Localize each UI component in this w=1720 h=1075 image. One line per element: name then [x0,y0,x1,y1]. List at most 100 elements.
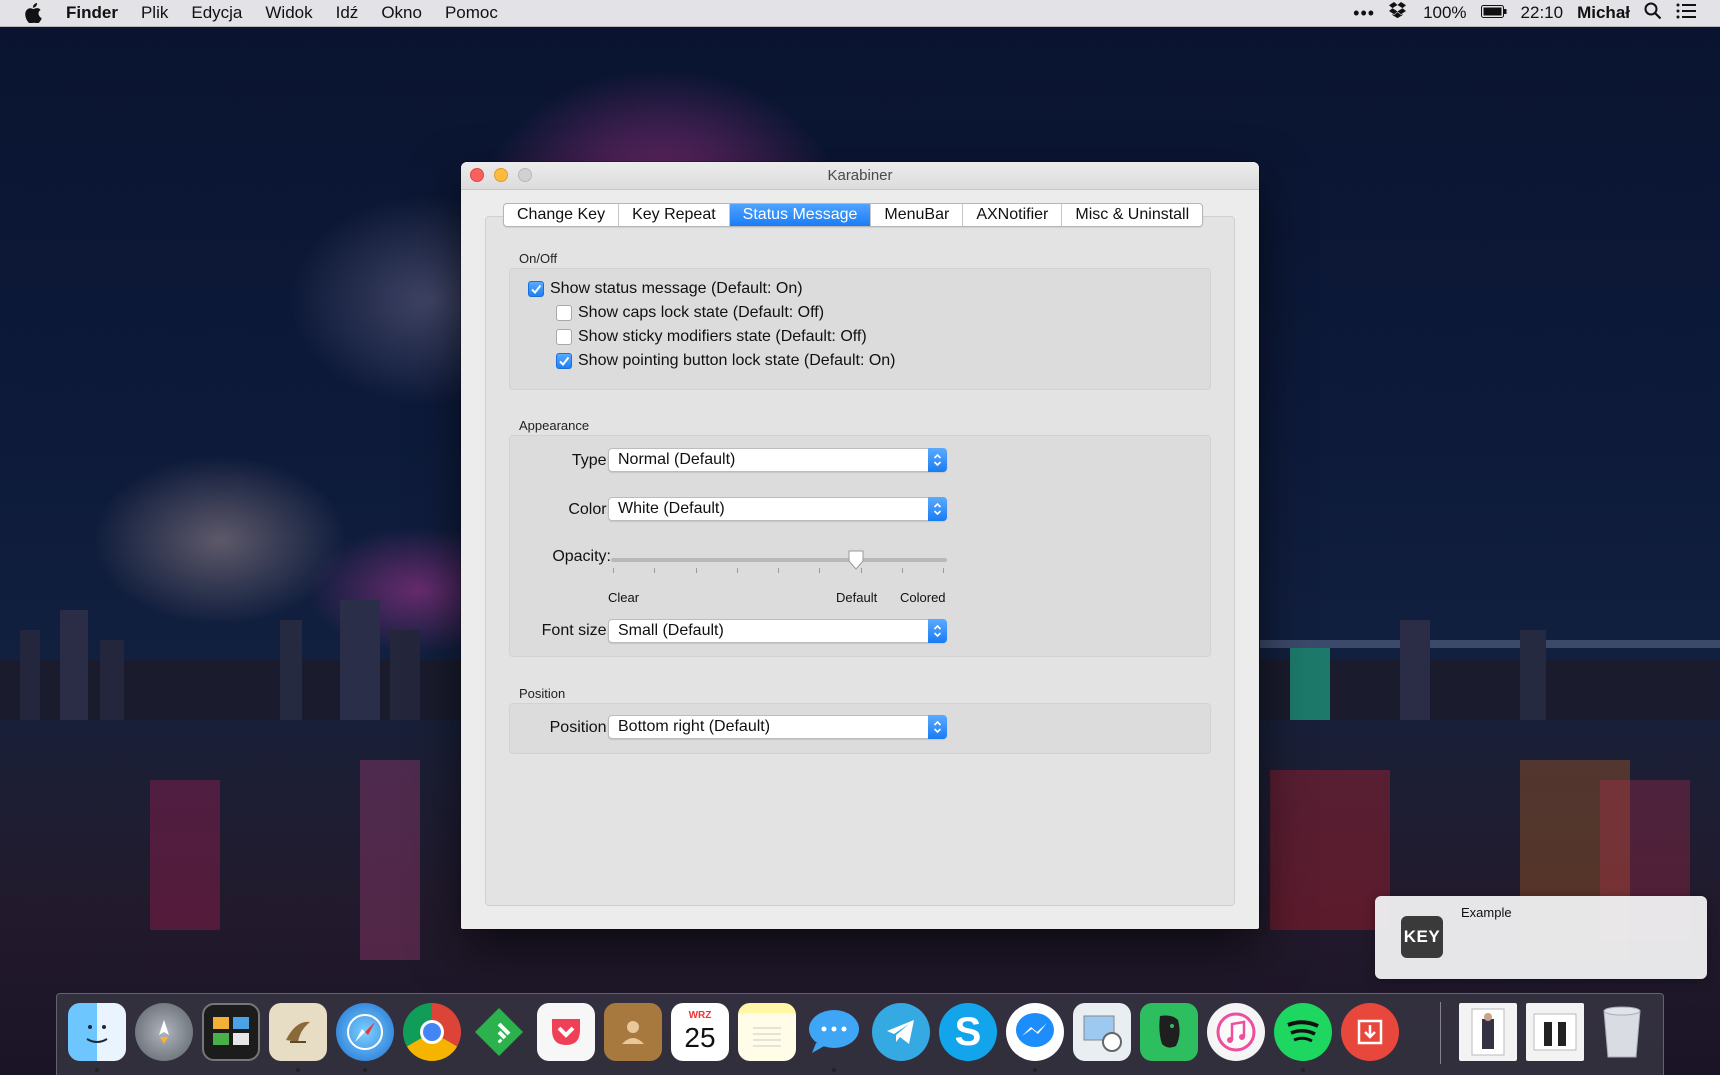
menu-idz[interactable]: Idź [336,3,359,23]
karabiner-key-icon: KEY [1401,916,1443,958]
opacity-slider-track[interactable] [611,558,947,562]
show-caps-lock-row[interactable]: Show caps lock state (Default: Off) [556,304,824,322]
calendar-icon[interactable]: WRZ 25 [671,1003,729,1061]
spotify-icon[interactable] [1274,1003,1332,1061]
slider-tick [943,568,944,573]
contacts-icon[interactable] [604,1003,662,1061]
opacity-clear-label: Clear [608,590,640,605]
itunes-icon[interactable] [1207,1003,1265,1061]
font-size-select-value: Small (Default) [618,622,724,639]
slider-tick [736,568,738,573]
battery-icon[interactable] [1480,3,1507,23]
minimize-button[interactable] [494,168,508,182]
menu-bar-extras: ••• 100% 22:10 Michał [1353,1,1720,25]
tab-change-key[interactable]: Change Key [504,204,620,226]
window-titlebar[interactable]: Karabiner [461,162,1259,190]
show-pointing-button-lock-checkbox[interactable] [556,353,572,369]
messenger-icon[interactable] [1006,1003,1064,1061]
slider-tick [901,568,903,573]
menu-edycja[interactable]: Edycja [191,3,242,23]
color-select[interactable]: White (Default) [608,497,947,521]
calendar-month: WRZ [688,1010,712,1021]
messages-icon[interactable] [805,1003,863,1061]
finder-icon[interactable] [68,1003,126,1061]
position-select-value: Bottom right (Default) [618,718,771,735]
zoom-button[interactable] [518,168,532,182]
running-indicator [363,1068,367,1072]
opacity-slider-knob[interactable] [847,550,865,570]
running-indicator [1301,1068,1305,1072]
pocket-icon[interactable] [537,1003,595,1061]
battery-percent[interactable]: 100% [1423,3,1466,23]
safari-icon[interactable] [336,1003,394,1061]
chrome-icon[interactable] [403,1003,461,1061]
menu-app-name[interactable]: Finder [66,3,118,23]
show-pointing-button-lock-row[interactable]: Show pointing button lock state (Default… [556,352,896,370]
opacity-label: Opacity: [552,548,611,565]
window-title: Karabiner [827,167,893,184]
chevron-updown-icon [928,448,947,472]
position-section-label: Position [519,686,566,701]
type-select[interactable]: Normal (Default) [608,448,947,472]
spotlight-icon[interactable] [1644,2,1662,25]
show-status-message-row[interactable]: Show status message (Default: On) [528,280,803,298]
dock-separator [1440,1002,1441,1064]
show-sticky-modifiers-row[interactable]: Show sticky modifiers state (Default: Of… [556,328,867,346]
menu-pomoc[interactable]: Pomoc [445,3,498,23]
trash-icon[interactable] [1593,1003,1651,1061]
notification-title: Example [1461,905,1512,920]
chevron-updown-icon [928,619,947,643]
show-caps-lock-checkbox[interactable] [556,305,572,321]
slider-tick [819,568,821,573]
user-name[interactable]: Michał [1577,3,1630,23]
tab-menubar[interactable]: MenuBar [871,204,964,226]
font-size-select[interactable]: Small (Default) [608,619,947,643]
apple-icon[interactable] [24,2,46,24]
transmit-icon[interactable] [1341,1003,1399,1061]
menu-okno[interactable]: Okno [381,3,422,23]
show-caps-lock-label: Show caps lock state (Default: Off) [578,304,825,321]
downloads-stack-icon[interactable] [1459,1003,1517,1061]
opacity-slider[interactable] [609,542,949,582]
notification-banner[interactable]: KEY Example [1375,896,1707,979]
telegram-icon[interactable] [872,1003,930,1061]
slider-tick [654,568,656,573]
feedly-icon[interactable] [470,1003,528,1061]
mission-control-icon[interactable] [202,1003,260,1061]
evernote-icon[interactable] [1140,1003,1198,1061]
notes-icon[interactable] [738,1003,796,1061]
tab-bar: Change Key Key Repeat Status Message Men… [503,203,1204,227]
notification-center-icon[interactable] [1676,3,1696,24]
slider-tick [778,568,779,573]
slider-tick [613,568,614,573]
type-select-value: Normal (Default) [618,451,736,468]
clock[interactable]: 22:10 [1521,3,1564,23]
launchpad-icon[interactable] [135,1003,193,1061]
documents-stack-icon[interactable] [1526,1003,1584,1061]
dock: WRZ 25 S [56,993,1664,1075]
onoff-section-label: On/Off [519,251,558,266]
preview-icon[interactable] [1073,1003,1131,1061]
skype-icon[interactable]: S [939,1003,997,1061]
show-status-message-checkbox[interactable] [528,281,544,297]
running-indicator [296,1068,300,1072]
position-select[interactable]: Bottom right (Default) [608,715,947,739]
running-indicator [832,1068,836,1072]
tab-misc-uninstall[interactable]: Misc & Uninstall [1062,204,1202,226]
dropbox-icon[interactable] [1389,1,1409,25]
mail-icon[interactable] [269,1003,327,1061]
tab-status-message[interactable]: Status Message [729,204,872,226]
show-sticky-modifiers-checkbox[interactable] [556,329,572,345]
tab-key-repeat[interactable]: Key Repeat [619,204,730,226]
more-icon[interactable]: ••• [1353,3,1375,24]
show-pointing-button-lock-label: Show pointing button lock state (Default… [578,352,896,369]
chevron-updown-icon [928,497,947,521]
karabiner-window: Karabiner Change Key Key Repeat Status M… [461,162,1259,929]
menu-plik[interactable]: Plik [141,3,168,23]
running-indicator [1033,1068,1037,1072]
color-select-value: White (Default) [618,500,725,517]
calendar-day: 25 [684,1022,716,1053]
menu-widok[interactable]: Widok [265,3,312,23]
tab-axnotifier[interactable]: AXNotifier [963,204,1063,226]
close-button[interactable] [470,168,484,182]
